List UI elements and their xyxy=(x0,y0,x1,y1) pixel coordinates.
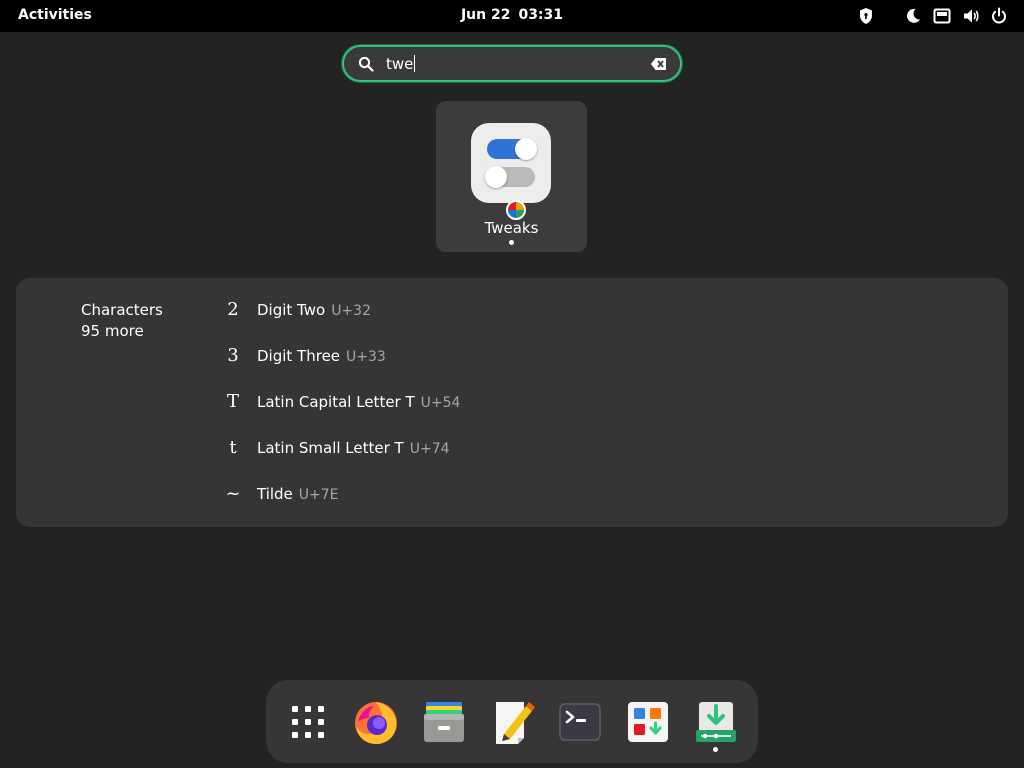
app-badge-icon xyxy=(506,200,526,220)
privacy-shield-icon[interactable] xyxy=(856,6,876,26)
character-name: Digit Three xyxy=(257,347,341,365)
character-result[interactable]: T Latin Capital Letter T U+54 xyxy=(216,385,816,421)
characters-search-provider: Characters 95 more 2 Digit Two U+32 3 Dig… xyxy=(16,278,1008,527)
tweaks-app-icon xyxy=(471,123,551,203)
search-input[interactable]: twe xyxy=(386,55,416,73)
dash xyxy=(266,680,758,763)
character-glyph: 3 xyxy=(227,345,239,366)
software-icon[interactable] xyxy=(618,692,678,752)
search-query: twe xyxy=(386,55,414,73)
character-code: U+7E xyxy=(298,487,339,503)
search-icon xyxy=(358,56,374,72)
character-glyph: 2 xyxy=(227,299,239,320)
character-result[interactable]: 2 Digit Two U+32 xyxy=(216,293,816,329)
app-name-label: Tweaks xyxy=(484,219,539,237)
network-wired-icon[interactable] xyxy=(932,6,952,26)
character-code: U+74 xyxy=(409,441,450,457)
terminal-icon[interactable] xyxy=(550,692,610,752)
provider-title[interactable]: Characters xyxy=(81,301,163,319)
character-glyph: t xyxy=(229,437,237,458)
search-entry[interactable]: twe xyxy=(342,45,682,82)
text-editor-icon[interactable] xyxy=(482,692,542,752)
clock-button[interactable]: Jun 22 03:31 xyxy=(440,7,584,23)
character-name: Tilde xyxy=(257,485,293,503)
toggle-on-icon xyxy=(487,138,537,160)
running-indicator xyxy=(713,747,718,752)
time-label: 03:31 xyxy=(518,7,564,23)
character-glyph: ~ xyxy=(225,483,241,504)
character-glyph: T xyxy=(226,391,239,412)
installer-icon[interactable] xyxy=(686,692,746,752)
text-caret xyxy=(414,55,416,72)
top-bar: Activities Jun 22 03:31 xyxy=(0,0,1024,32)
character-code: U+54 xyxy=(420,395,461,411)
show-apps-icon[interactable] xyxy=(278,692,338,752)
character-code: U+32 xyxy=(331,303,371,319)
character-code: U+33 xyxy=(346,349,386,365)
volume-icon[interactable] xyxy=(961,6,981,26)
provider-more-results[interactable]: 95 more xyxy=(81,322,144,340)
character-result[interactable]: ~ Tilde U+7E xyxy=(216,477,816,513)
clear-text-icon[interactable] xyxy=(650,56,668,72)
activities-button[interactable]: Activities xyxy=(18,7,92,23)
character-result[interactable]: 3 Digit Three U+33 xyxy=(216,339,816,375)
night-light-icon[interactable] xyxy=(903,6,923,26)
app-result-tweaks[interactable]: Tweaks xyxy=(436,101,587,252)
character-name: Latin Capital Letter T xyxy=(257,393,415,411)
character-result[interactable]: t Latin Small Letter T U+74 xyxy=(216,431,816,467)
character-name: Digit Two xyxy=(257,301,326,319)
date-label: Jun 22 xyxy=(460,7,511,23)
toggle-off-icon xyxy=(485,166,535,188)
firefox-icon[interactable] xyxy=(346,692,406,752)
character-name: Latin Small Letter T xyxy=(257,439,404,457)
power-icon[interactable] xyxy=(989,6,1009,26)
running-indicator xyxy=(509,240,514,245)
files-icon[interactable] xyxy=(414,692,474,752)
